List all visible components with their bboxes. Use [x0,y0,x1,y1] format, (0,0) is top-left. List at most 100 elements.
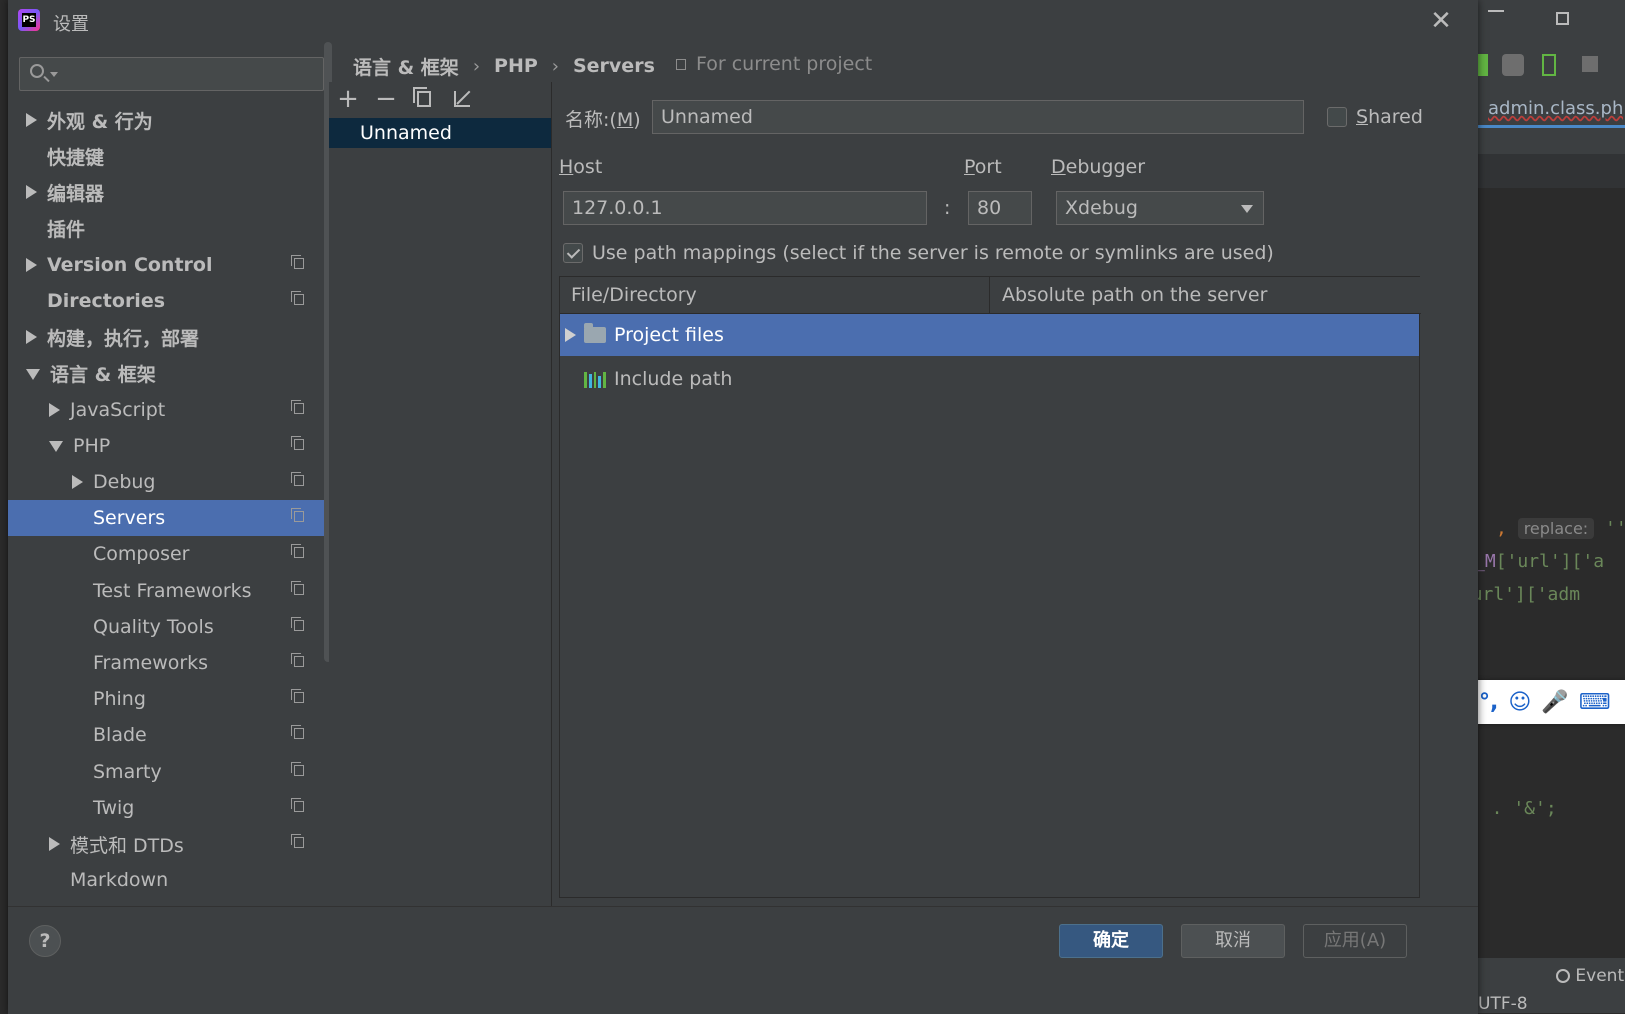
tree-item[interactable]: Frameworks [8,645,328,681]
tree-item[interactable]: 语言 & 框架 [8,355,328,391]
apply-button[interactable]: 应用(A) [1303,924,1407,958]
tree-item[interactable]: Twig [8,790,328,826]
tree-item[interactable]: 快捷键 [8,138,328,174]
tree-item-label: Markdown [70,869,169,892]
folder-icon [584,323,606,343]
ide-statusbar: Event UTF-8 [1478,958,1625,1014]
column-file-directory[interactable]: File/Directory [560,277,990,313]
host-field[interactable] [563,191,927,225]
close-button[interactable]: ✕ [1426,6,1456,36]
tree-item[interactable]: JavaScript [8,392,328,428]
server-name-field[interactable] [652,100,1304,134]
ime-punctuation[interactable]: °, [1479,690,1498,715]
tree-item[interactable]: Directories [8,283,328,319]
coverage-icon[interactable] [1542,54,1556,76]
minimize-icon[interactable] [1488,10,1504,12]
port-field[interactable] [968,191,1032,225]
settings-dialog: PS 设置 ✕ 外观 & 行为 快捷键 编辑器 插件 Version Control Di… [8,0,1478,1014]
help-button[interactable]: ? [29,925,61,957]
host-label: Host [559,156,603,178]
code-editor[interactable]: , replace: '' _M['url']['a ['url']['adm … [1450,188,1625,923]
path-mapping-table: File/Directory Absolute path on the serv… [559,276,1421,898]
project-scope-icon [291,544,304,559]
expand-arrow-icon[interactable] [26,185,37,200]
tree-item-label: 编辑器 [47,182,105,205]
project-scope-icon [291,616,304,631]
shared-label[interactable]: Shared [1356,106,1423,128]
expand-arrow-icon[interactable] [72,475,83,489]
tree-item[interactable]: 编辑器 [8,174,328,210]
table-row[interactable]: Include path [560,358,1419,400]
table-row[interactable]: Project files [560,314,1419,356]
tree-item-label: Version Control [47,253,213,276]
shared-checkbox[interactable] [1327,107,1347,127]
tree-item[interactable]: Servers [8,500,328,537]
debug-icon[interactable] [1502,54,1524,76]
tree-item-label: Phing [93,688,146,711]
project-scope-icon [291,435,304,450]
chevron-down-icon[interactable] [50,72,58,77]
project-scope-icon [291,653,304,667]
tree-item[interactable]: Test Frameworks [8,573,328,609]
tree-item[interactable]: 构建，执行，部署 [8,319,328,355]
cancel-button[interactable]: 取消 [1181,924,1285,958]
expand-arrow-icon[interactable] [565,328,576,342]
path-mappings-label[interactable]: Use path mappings (select if the server … [592,242,1274,264]
collapse-arrow-icon[interactable] [49,441,63,453]
ime-emoji-icon[interactable]: ☺ [1508,690,1531,715]
breadcrumb-item[interactable]: 语言 & 框架 [353,53,459,80]
tree-item[interactable]: PHP [8,428,328,464]
editor-breadcrumb-bar [1478,154,1625,188]
add-server-button[interactable]: + [329,82,367,116]
stop-icon[interactable] [1582,56,1598,72]
debugger-select[interactable]: Xdebug [1056,191,1264,225]
tree-item[interactable]: Markdown [8,862,328,898]
tree-item[interactable]: Debug [8,464,328,500]
tree-item-label: Twig [93,796,135,819]
tree-item[interactable]: Smarty [8,754,328,790]
event-log[interactable]: Event [1556,966,1624,986]
expand-arrow-icon[interactable] [26,113,37,127]
collapse-arrow-icon[interactable] [26,368,40,380]
project-scope-icon [676,58,686,70]
ime-voice-icon[interactable]: 🎤 [1541,690,1568,715]
tree-item[interactable]: Quality Tools [8,609,328,645]
editor-tab[interactable]: admin.class.php [1478,92,1625,128]
column-absolute-path[interactable]: Absolute path on the server [991,277,1421,313]
tree-item[interactable]: 插件 [8,211,328,247]
expand-arrow-icon[interactable] [26,330,37,345]
tree-item-label: Directories [47,290,166,312]
path-mappings-checkbox[interactable] [563,243,583,263]
tree-item-label: Blade [93,724,147,747]
ok-button[interactable]: 确定 [1059,924,1163,958]
ime-keyboard-icon[interactable]: ⌨ [1579,690,1611,715]
library-icon [584,370,606,388]
encoding-indicator[interactable]: UTF-8 [1478,994,1528,1014]
tree-item[interactable]: Phing [8,681,328,717]
tree-item[interactable]: Blade [8,717,328,753]
tree-item-label: 外观 & 行为 [47,110,153,133]
remove-server-button[interactable]: − [367,82,405,116]
settings-search[interactable] [19,57,324,91]
server-list-item[interactable]: Unnamed [329,118,551,148]
tree-item[interactable]: 模式和 DTDs [8,826,328,862]
copy-server-button[interactable] [405,82,443,116]
run-icon[interactable] [1478,54,1488,76]
tree-item[interactable]: Composer [8,536,328,572]
restore-icon[interactable] [1556,12,1569,25]
expand-arrow-icon[interactable] [49,402,60,417]
import-icon [454,91,470,107]
project-scope-icon [291,725,304,740]
breadcrumb-item[interactable]: PHP [494,55,538,77]
project-scope-icon [291,254,304,269]
copy-icon [413,87,431,107]
debugger-selected-value: Xdebug [1065,197,1138,219]
expand-arrow-icon[interactable] [26,257,37,272]
project-scope-icon [291,689,304,704]
search-input[interactable] [62,60,321,90]
tree-item[interactable]: Version Control [8,247,328,283]
import-server-button[interactable] [443,82,481,116]
expand-arrow-icon[interactable] [49,837,60,851]
chevron-down-icon [1241,205,1253,213]
tree-item[interactable]: 外观 & 行为 [8,102,328,138]
